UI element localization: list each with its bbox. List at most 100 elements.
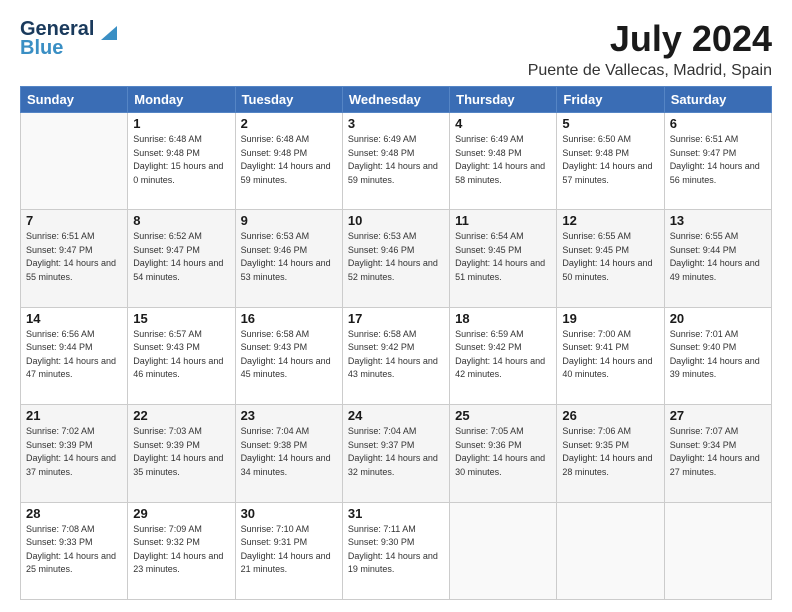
day-info: Sunrise: 7:03 AMSunset: 9:39 PMDaylight:… xyxy=(133,425,229,479)
week-row-1: 7 Sunrise: 6:51 AMSunset: 9:47 PMDaylight… xyxy=(21,210,772,307)
day-info: Sunrise: 6:57 AMSunset: 9:43 PMDaylight:… xyxy=(133,328,229,382)
day-info: Sunrise: 6:49 AMSunset: 9:48 PMDaylight:… xyxy=(348,133,444,187)
week-row-3: 21 Sunrise: 7:02 AMSunset: 9:39 PMDayligh… xyxy=(21,405,772,502)
calendar-cell: 8Sunrise: 6:52 AMSunset: 9:47 PMDaylight… xyxy=(128,210,235,307)
day-info: Sunrise: 6:51 AMSunset: 9:47 PMDaylight:… xyxy=(670,133,766,187)
calendar-cell: 22 Sunrise: 7:03 AMSunset: 9:39 PMDayligh… xyxy=(128,405,235,502)
calendar-cell: 21 Sunrise: 7:02 AMSunset: 9:39 PMDayligh… xyxy=(21,405,128,502)
header-wednesday: Wednesday xyxy=(342,87,449,113)
calendar-cell: 9Sunrise: 6:53 AMSunset: 9:46 PMDaylight… xyxy=(235,210,342,307)
day-number: 17 xyxy=(348,311,444,326)
day-number: 30 xyxy=(241,506,337,521)
day-number: 26 xyxy=(562,408,658,423)
day-info: Sunrise: 6:48 AMSunset: 9:48 PMDaylight:… xyxy=(133,133,229,187)
day-info: Sunrise: 6:58 AMSunset: 9:43 PMDaylight:… xyxy=(241,328,337,382)
calendar-cell: 31 Sunrise: 7:11 AMSunset: 9:30 PMDayligh… xyxy=(342,502,449,599)
day-number: 21 xyxy=(26,408,122,423)
day-info: Sunrise: 7:00 AMSunset: 9:41 PMDaylight:… xyxy=(562,328,658,382)
day-info: Sunrise: 6:58 AMSunset: 9:42 PMDaylight:… xyxy=(348,328,444,382)
calendar-cell: 4 Sunrise: 6:49 AMSunset: 9:48 PMDaylight… xyxy=(450,113,557,210)
calendar-cell: 12 Sunrise: 6:55 AMSunset: 9:45 PMDayligh… xyxy=(557,210,664,307)
day-number: 15 xyxy=(133,311,229,326)
day-info: Sunrise: 6:50 AMSunset: 9:48 PMDaylight:… xyxy=(562,133,658,187)
logo-line xyxy=(94,18,100,40)
day-number: 5 xyxy=(562,116,658,131)
day-number: 10 xyxy=(348,213,444,228)
day-info: Sunrise: 6:54 AMSunset: 9:45 PMDaylight:… xyxy=(455,230,551,284)
calendar-cell: 6Sunrise: 6:51 AMSunset: 9:47 PMDaylight… xyxy=(664,113,771,210)
day-number: 13 xyxy=(670,213,766,228)
calendar-cell: 13 Sunrise: 6:55 AMSunset: 9:44 PMDayligh… xyxy=(664,210,771,307)
calendar-cell: 26Sunrise: 7:06 AMSunset: 9:35 PMDayligh… xyxy=(557,405,664,502)
day-info: Sunrise: 6:51 AMSunset: 9:47 PMDaylight:… xyxy=(26,230,122,284)
calendar-cell: 14 Sunrise: 6:56 AMSunset: 9:44 PMDayligh… xyxy=(21,307,128,404)
day-number: 9 xyxy=(241,213,337,228)
day-info: Sunrise: 7:11 AMSunset: 9:30 PMDaylight:… xyxy=(348,523,444,577)
header-saturday: Saturday xyxy=(664,87,771,113)
day-info: Sunrise: 6:59 AMSunset: 9:42 PMDaylight:… xyxy=(455,328,551,382)
main-title: July 2024 xyxy=(528,18,772,60)
calendar-cell: 19 Sunrise: 7:00 AMSunset: 9:41 PMDayligh… xyxy=(557,307,664,404)
calendar-cell: 11 Sunrise: 6:54 AMSunset: 9:45 PMDayligh… xyxy=(450,210,557,307)
calendar-cell xyxy=(450,502,557,599)
day-number: 7 xyxy=(26,213,122,228)
day-info: Sunrise: 7:10 AMSunset: 9:31 PMDaylight:… xyxy=(241,523,337,577)
week-row-4: 28Sunrise: 7:08 AMSunset: 9:33 PMDayligh… xyxy=(21,502,772,599)
day-number: 11 xyxy=(455,213,551,228)
day-number: 22 xyxy=(133,408,229,423)
calendar-cell: 28Sunrise: 7:08 AMSunset: 9:33 PMDayligh… xyxy=(21,502,128,599)
day-number: 3 xyxy=(348,116,444,131)
day-number: 8 xyxy=(133,213,229,228)
calendar-cell: 27Sunrise: 7:07 AMSunset: 9:34 PMDayligh… xyxy=(664,405,771,502)
day-number: 24 xyxy=(348,408,444,423)
calendar-cell: 24 Sunrise: 7:04 AMSunset: 9:37 PMDayligh… xyxy=(342,405,449,502)
week-row-0: 1 Sunrise: 6:48 AMSunset: 9:48 PMDaylight… xyxy=(21,113,772,210)
day-number: 16 xyxy=(241,311,337,326)
calendar-cell xyxy=(21,113,128,210)
title-area: July 2024 Puente de Vallecas, Madrid, Sp… xyxy=(528,18,772,80)
day-number: 4 xyxy=(455,116,551,131)
day-number: 1 xyxy=(133,116,229,131)
calendar-cell: 7 Sunrise: 6:51 AMSunset: 9:47 PMDaylight… xyxy=(21,210,128,307)
calendar-cell: 15 Sunrise: 6:57 AMSunset: 9:43 PMDayligh… xyxy=(128,307,235,404)
day-info: Sunrise: 7:04 AMSunset: 9:37 PMDaylight:… xyxy=(348,425,444,479)
logo-general: General xyxy=(20,18,94,40)
calendar-cell: 16 Sunrise: 6:58 AMSunset: 9:43 PMDayligh… xyxy=(235,307,342,404)
day-number: 25 xyxy=(455,408,551,423)
day-number: 29 xyxy=(133,506,229,521)
page: General Blue July 2024 Puente de Valleca… xyxy=(0,0,792,612)
day-info: Sunrise: 7:05 AMSunset: 9:36 PMDaylight:… xyxy=(455,425,551,479)
day-number: 20 xyxy=(670,311,766,326)
day-info: Sunrise: 7:02 AMSunset: 9:39 PMDaylight:… xyxy=(26,425,122,479)
day-info: Sunrise: 7:09 AMSunset: 9:32 PMDaylight:… xyxy=(133,523,229,577)
day-info: Sunrise: 6:53 AMSunset: 9:46 PMDaylight:… xyxy=(348,230,444,284)
day-info: Sunrise: 6:48 AMSunset: 9:48 PMDaylight:… xyxy=(241,133,337,187)
day-info: Sunrise: 7:07 AMSunset: 9:34 PMDaylight:… xyxy=(670,425,766,479)
calendar-cell: 10 Sunrise: 6:53 AMSunset: 9:46 PMDayligh… xyxy=(342,210,449,307)
day-info: Sunrise: 6:49 AMSunset: 9:48 PMDaylight:… xyxy=(455,133,551,187)
day-number: 31 xyxy=(348,506,444,521)
day-number: 14 xyxy=(26,311,122,326)
day-number: 12 xyxy=(562,213,658,228)
day-number: 28 xyxy=(26,506,122,521)
day-info: Sunrise: 6:56 AMSunset: 9:44 PMDaylight:… xyxy=(26,328,122,382)
header: General Blue July 2024 Puente de Valleca… xyxy=(20,18,772,80)
day-number: 19 xyxy=(562,311,658,326)
calendar-cell xyxy=(664,502,771,599)
header-thursday: Thursday xyxy=(450,87,557,113)
header-monday: Monday xyxy=(128,87,235,113)
day-number: 23 xyxy=(241,408,337,423)
header-friday: Friday xyxy=(557,87,664,113)
calendar-cell: 18Sunrise: 6:59 AMSunset: 9:42 PMDayligh… xyxy=(450,307,557,404)
calendar-cell: 5 Sunrise: 6:50 AMSunset: 9:48 PMDaylight… xyxy=(557,113,664,210)
calendar-cell: 17 Sunrise: 6:58 AMSunset: 9:42 PMDayligh… xyxy=(342,307,449,404)
calendar-cell: 1 Sunrise: 6:48 AMSunset: 9:48 PMDaylight… xyxy=(128,113,235,210)
week-row-2: 14 Sunrise: 6:56 AMSunset: 9:44 PMDayligh… xyxy=(21,307,772,404)
day-info: Sunrise: 6:55 AMSunset: 9:45 PMDaylight:… xyxy=(562,230,658,284)
calendar-cell xyxy=(557,502,664,599)
calendar-table: Sunday Monday Tuesday Wednesday Thursday… xyxy=(20,86,772,600)
calendar-cell: 25 Sunrise: 7:05 AMSunset: 9:36 PMDayligh… xyxy=(450,405,557,502)
day-number: 2 xyxy=(241,116,337,131)
day-info: Sunrise: 7:04 AMSunset: 9:38 PMDaylight:… xyxy=(241,425,337,479)
day-info: Sunrise: 6:55 AMSunset: 9:44 PMDaylight:… xyxy=(670,230,766,284)
